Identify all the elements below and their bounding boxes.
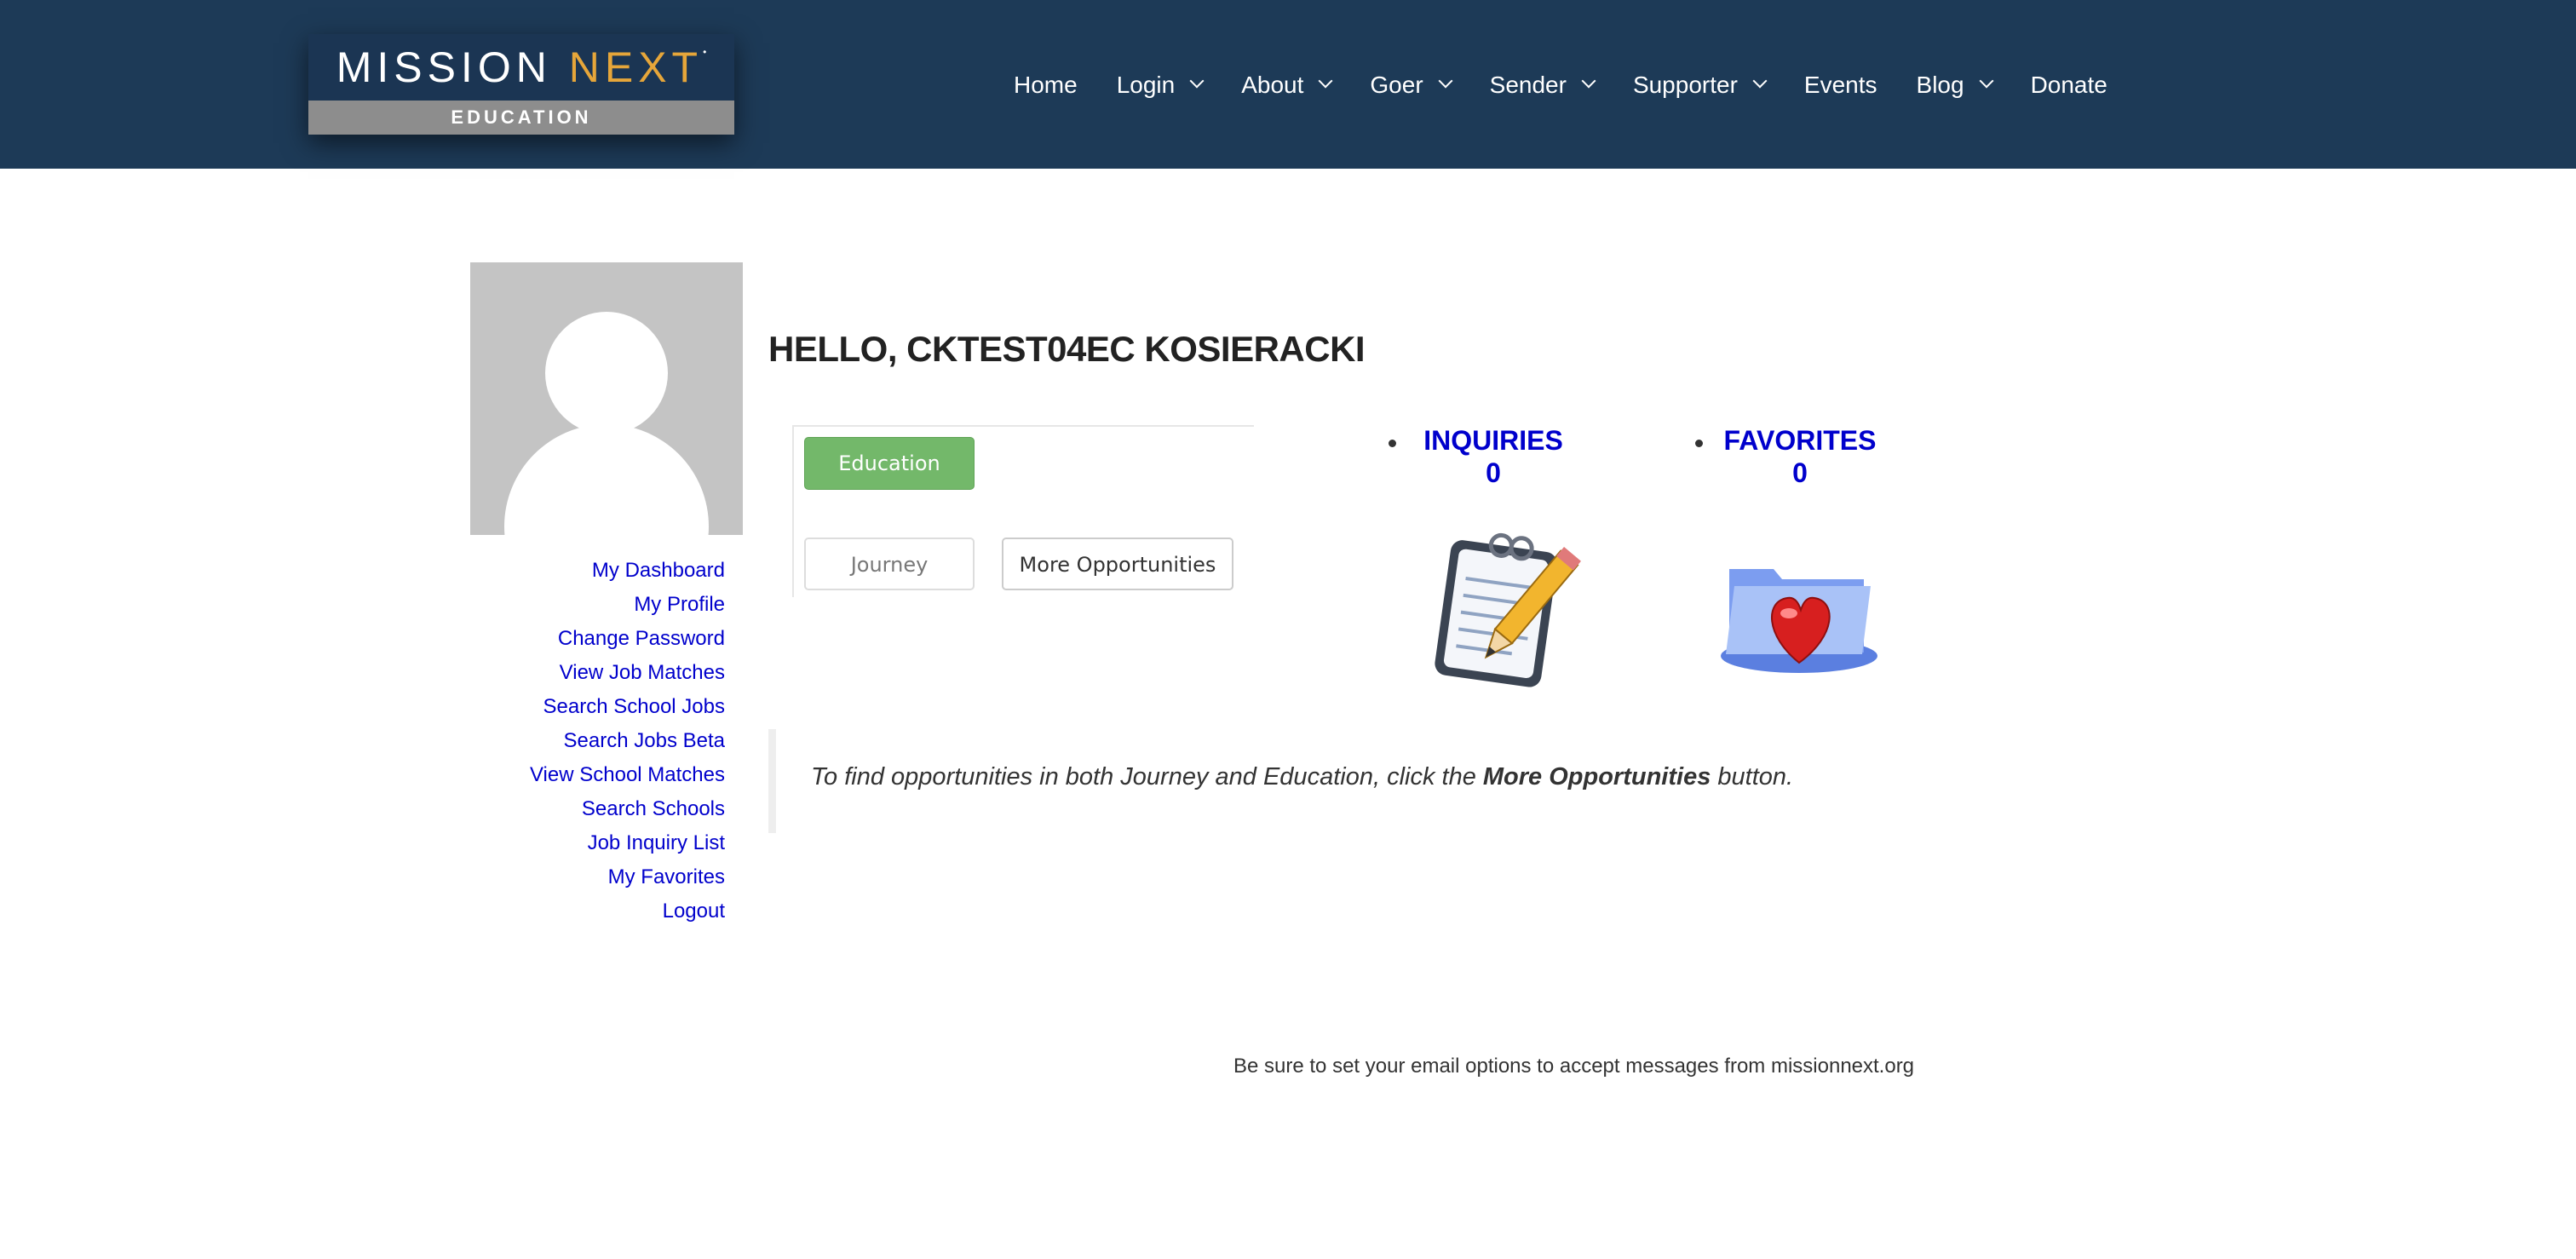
nav-donate[interactable]: Donate <box>2031 72 2107 99</box>
favorites-stat[interactable]: FAVORITES 0 <box>1715 424 1885 489</box>
sidebar-link-change-password[interactable]: Change Password <box>530 622 725 656</box>
avatar-body <box>504 424 709 535</box>
sidebar-link-view-school-matches[interactable]: View School Matches <box>530 758 725 792</box>
notepad-pencil-icon[interactable] <box>1407 521 1581 699</box>
heart-folder-icon[interactable] <box>1714 535 1884 682</box>
nav-about[interactable]: About <box>1241 72 1333 99</box>
logo-tagline: EDUCATION <box>308 101 734 135</box>
mission-next-logo[interactable]: MISSION NEXT• EDUCATION <box>308 34 734 135</box>
page-title: HELLO, CKTEST04EC KOSIERACKI <box>768 329 1366 369</box>
sidebar-link-search-school-jobs[interactable]: Search School Jobs <box>530 690 725 724</box>
list-bullet <box>1695 440 1703 447</box>
inquiries-count: 0 <box>1486 457 1501 488</box>
sidebar-link-my-dashboard[interactable]: My Dashboard <box>530 554 725 588</box>
favorites-count: 0 <box>1792 457 1808 488</box>
avatar-head <box>545 312 668 434</box>
inquiries-label: INQUIRIES <box>1423 425 1563 456</box>
chevron-down-icon <box>1318 73 1333 89</box>
main-nav: Home Login About Goer Sender Supporter E… <box>1014 61 2107 109</box>
logo-word-mission: MISSION <box>336 43 552 91</box>
chevron-down-icon <box>1189 73 1205 89</box>
more-opportunities-note: To find opportunities in both Journey an… <box>768 729 1883 833</box>
sidebar-link-job-inquiry-list[interactable]: Job Inquiry List <box>530 826 725 860</box>
inquiries-stat[interactable]: INQUIRIES 0 <box>1408 424 1578 489</box>
sidebar-link-search-schools[interactable]: Search Schools <box>530 792 725 826</box>
chevron-down-icon <box>1581 73 1596 89</box>
sidebar-link-my-favorites[interactable]: My Favorites <box>530 860 725 894</box>
sidebar-menu: My Dashboard My Profile Change Password … <box>530 554 725 928</box>
more-opportunities-button[interactable]: More Opportunities <box>1002 538 1233 590</box>
nav-events[interactable]: Events <box>1804 72 1877 99</box>
nav-login[interactable]: Login <box>1117 72 1205 99</box>
nav-sender[interactable]: Sender <box>1490 72 1596 99</box>
list-bullet <box>1389 440 1396 447</box>
avatar-placeholder <box>470 262 743 535</box>
journey-button[interactable]: Journey <box>804 538 975 590</box>
nav-supporter[interactable]: Supporter <box>1633 72 1768 99</box>
nav-blog[interactable]: Blog <box>1917 72 1994 99</box>
logo-wordmark: MISSION NEXT• <box>308 34 734 101</box>
email-options-message: Be sure to set your email options to acc… <box>1233 1055 1915 1078</box>
site-header: MISSION NEXT• EDUCATION Home Login About… <box>0 0 2576 169</box>
nav-home[interactable]: Home <box>1014 72 1078 99</box>
sidebar-link-view-job-matches[interactable]: View Job Matches <box>530 656 725 690</box>
chevron-down-icon <box>1979 73 1994 89</box>
education-button[interactable]: Education <box>804 437 975 490</box>
favorites-label: FAVORITES <box>1723 425 1877 456</box>
sidebar-link-logout[interactable]: Logout <box>530 894 725 928</box>
chevron-down-icon <box>1752 73 1768 89</box>
nav-goer[interactable]: Goer <box>1370 72 1453 99</box>
site-switcher-panel: Education Journey More Opportunities <box>792 425 1254 597</box>
chevron-down-icon <box>1438 73 1453 89</box>
logo-word-next: NEXT <box>568 43 704 91</box>
sidebar-link-my-profile[interactable]: My Profile <box>530 588 725 622</box>
note-text: To find opportunities in both Journey an… <box>811 763 1794 790</box>
sidebar-link-search-jobs-beta[interactable]: Search Jobs Beta <box>530 724 725 758</box>
